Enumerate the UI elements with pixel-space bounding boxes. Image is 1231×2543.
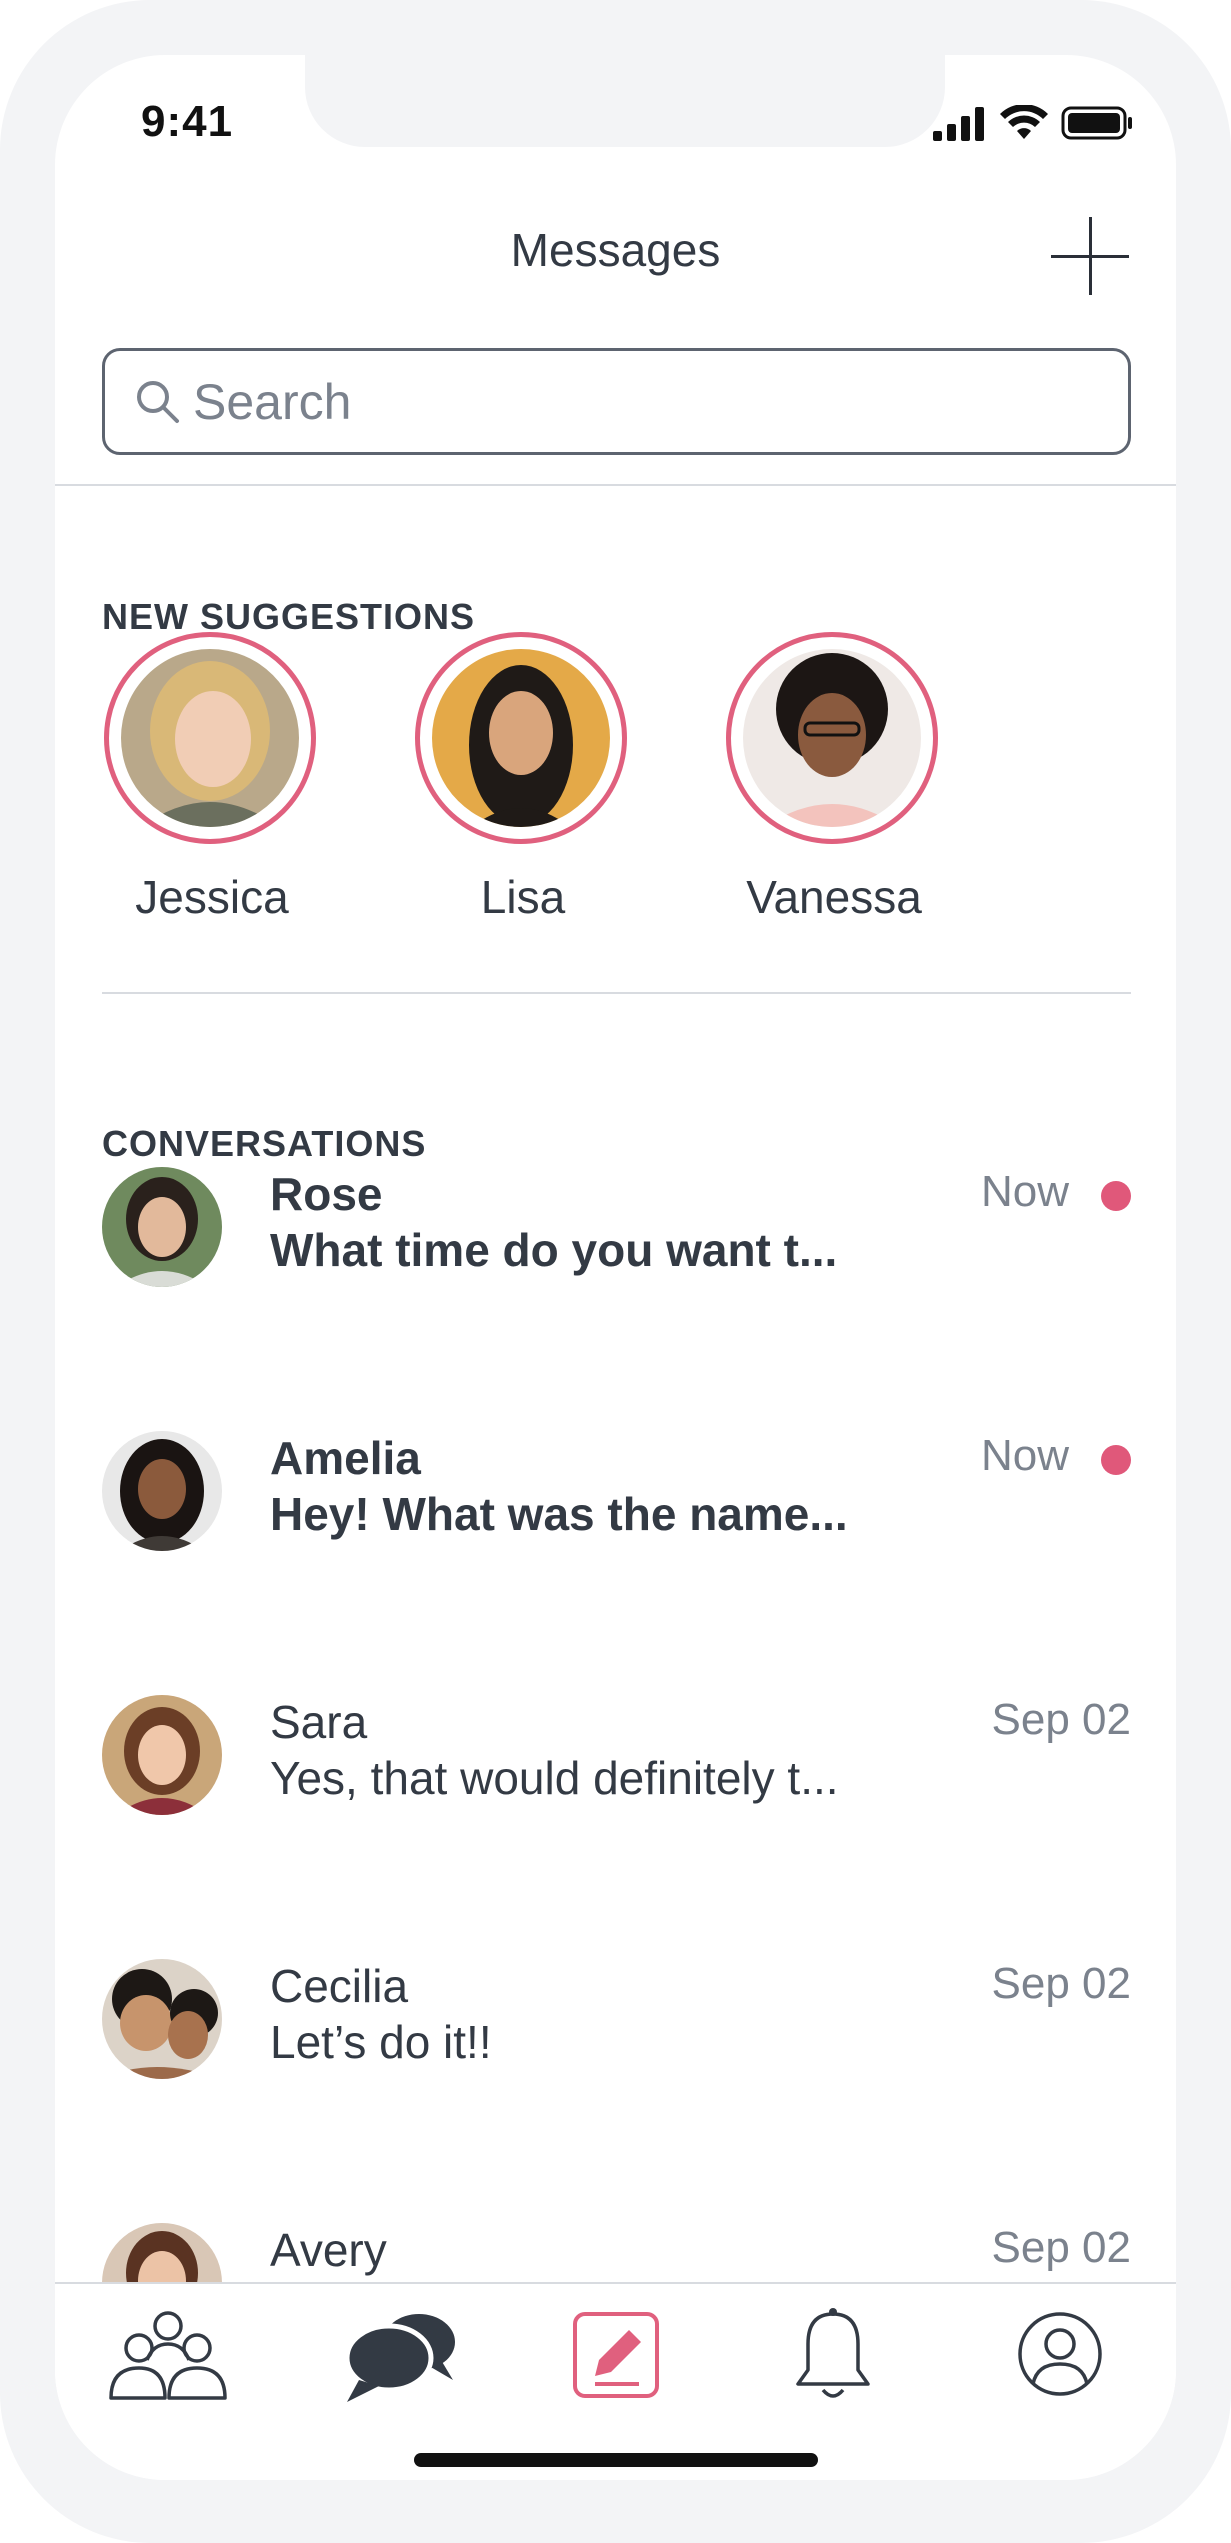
cellular-signal-icon	[933, 107, 984, 141]
chat-bubbles-icon	[344, 2314, 455, 2402]
page-title: Messages	[510, 224, 721, 276]
conversation-preview: Let’s do it!!	[270, 2016, 492, 2068]
tab-bar	[55, 2282, 1176, 2480]
avatar	[102, 1695, 222, 1815]
avatar	[121, 649, 299, 827]
conversation-name: Avery	[270, 2224, 387, 2276]
profile-icon	[1018, 2312, 1102, 2396]
conversation-time: Now	[980, 1431, 1069, 1480]
conversation-name: Cecilia	[270, 1960, 409, 2012]
unread-dot	[1101, 1181, 1131, 1211]
suggestion-jessica[interactable]: Jessica	[102, 630, 322, 960]
suggestion-ring	[415, 632, 627, 844]
battery-icon	[1061, 106, 1132, 140]
suggestion-name: Lisa	[480, 871, 566, 923]
conversation-time: Sep 02	[991, 1959, 1131, 2008]
search-icon	[137, 381, 179, 423]
conversation-time: Sep 02	[991, 2223, 1131, 2272]
tab-messages[interactable]	[337, 2304, 467, 2404]
bell-icon	[796, 2308, 870, 2398]
home-indicator[interactable]	[414, 2453, 818, 2467]
status-bar: 9:41	[55, 55, 1176, 195]
conversation-preview: Hey! What was the name...	[270, 1488, 848, 1540]
tab-notifications[interactable]	[768, 2304, 898, 2404]
avatar	[743, 649, 921, 827]
avatar	[102, 1959, 222, 2079]
suggestion-lisa[interactable]: Lisa	[413, 630, 633, 960]
conversation-name: Sara	[270, 1696, 368, 1748]
search-box[interactable]	[102, 348, 1131, 455]
conversation-time: Now	[980, 1167, 1069, 1216]
avatar	[102, 1167, 222, 1287]
conversation-name: Rose	[270, 1168, 383, 1220]
people-icon	[109, 2311, 227, 2400]
avatar	[102, 1431, 222, 1551]
avatar	[432, 649, 610, 827]
conversation-rose[interactable]: Rose What time do you want t... Now	[102, 1167, 1131, 1347]
tab-people[interactable]	[103, 2304, 233, 2404]
new-message-button[interactable]	[1048, 215, 1132, 299]
suggestion-name: Jessica	[135, 871, 289, 923]
conversation-name: Amelia	[270, 1432, 421, 1484]
conversation-preview: Yes, that would definitely t...	[270, 1752, 839, 1804]
tab-profile[interactable]	[995, 2304, 1125, 2404]
conversations-heading: CONVERSATIONS	[102, 1123, 427, 1164]
suggestion-vanessa[interactable]: Vanessa	[724, 630, 944, 960]
conversation-preview: What time do you want t...	[270, 1224, 838, 1276]
unread-dot	[1101, 1445, 1131, 1475]
wifi-icon	[1000, 105, 1048, 139]
conversation-sara[interactable]: Sara Yes, that would definitely t... Sep…	[102, 1695, 1131, 1875]
search-input[interactable]	[193, 369, 1093, 435]
conversation-cecilia[interactable]: Cecilia Let’s do it!! Sep 02	[102, 1959, 1131, 2139]
suggestion-ring	[726, 632, 938, 844]
screen: 9:41 Messages NEW SUGGESTIONS	[55, 55, 1176, 2480]
divider	[55, 484, 1176, 486]
tab-compose[interactable]	[551, 2304, 681, 2404]
notch	[305, 55, 945, 147]
conversation-time: Sep 02	[991, 1695, 1131, 1744]
divider	[102, 992, 1131, 994]
suggestion-ring	[104, 632, 316, 844]
status-time: 9:41	[141, 97, 234, 146]
suggestion-name: Vanessa	[746, 871, 922, 923]
conversation-amelia[interactable]: Amelia Hey! What was the name... Now	[102, 1431, 1131, 1611]
compose-icon	[573, 2312, 659, 2398]
